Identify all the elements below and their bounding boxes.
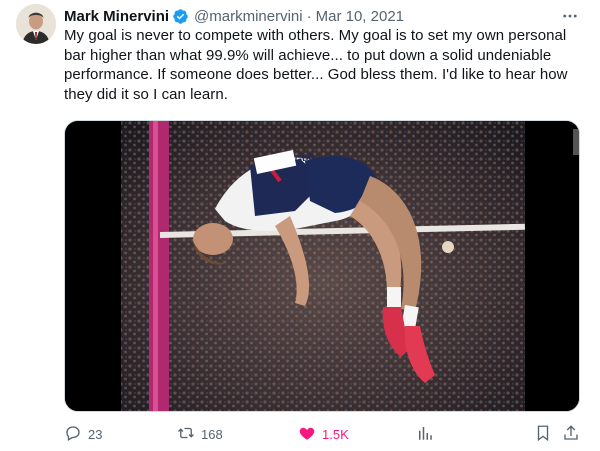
like-button[interactable]: 1.5K xyxy=(298,420,349,448)
views-button[interactable] xyxy=(416,420,434,448)
tweet-photo[interactable]: GBR xyxy=(64,120,580,412)
retweet-count: 168 xyxy=(201,426,223,442)
reply-count: 23 xyxy=(88,426,103,442)
bookmark-button[interactable] xyxy=(534,420,552,448)
bookmark-icon xyxy=(534,424,552,445)
views-icon xyxy=(416,424,434,445)
header-separator: · xyxy=(306,7,312,25)
verified-badge-icon xyxy=(172,8,189,25)
share-icon xyxy=(562,424,580,445)
retweet-icon xyxy=(177,424,195,445)
avatar[interactable] xyxy=(16,4,56,44)
more-options-icon[interactable] xyxy=(560,6,580,26)
reply-button[interactable]: 23 xyxy=(64,420,102,448)
retweet-button[interactable]: 168 xyxy=(177,420,223,448)
tweet-card[interactable]: Mark Minervini @markminervini · Mar 10, … xyxy=(0,0,600,451)
share-button[interactable] xyxy=(562,420,580,448)
author-handle[interactable]: @markminervini xyxy=(194,8,303,25)
like-icon xyxy=(298,424,316,445)
tweet-actions: 23 168 1.5K xyxy=(64,420,584,448)
tweet-text: My goal is never to compete with others.… xyxy=(64,27,568,103)
reply-icon xyxy=(64,424,82,445)
author-name[interactable]: Mark Minervini xyxy=(64,8,169,25)
like-count: 1.5K xyxy=(322,426,349,442)
tweet-header: Mark Minervini @markminervini · Mar 10, … xyxy=(64,6,404,26)
tweet-date[interactable]: Mar 10, 2021 xyxy=(316,8,404,25)
